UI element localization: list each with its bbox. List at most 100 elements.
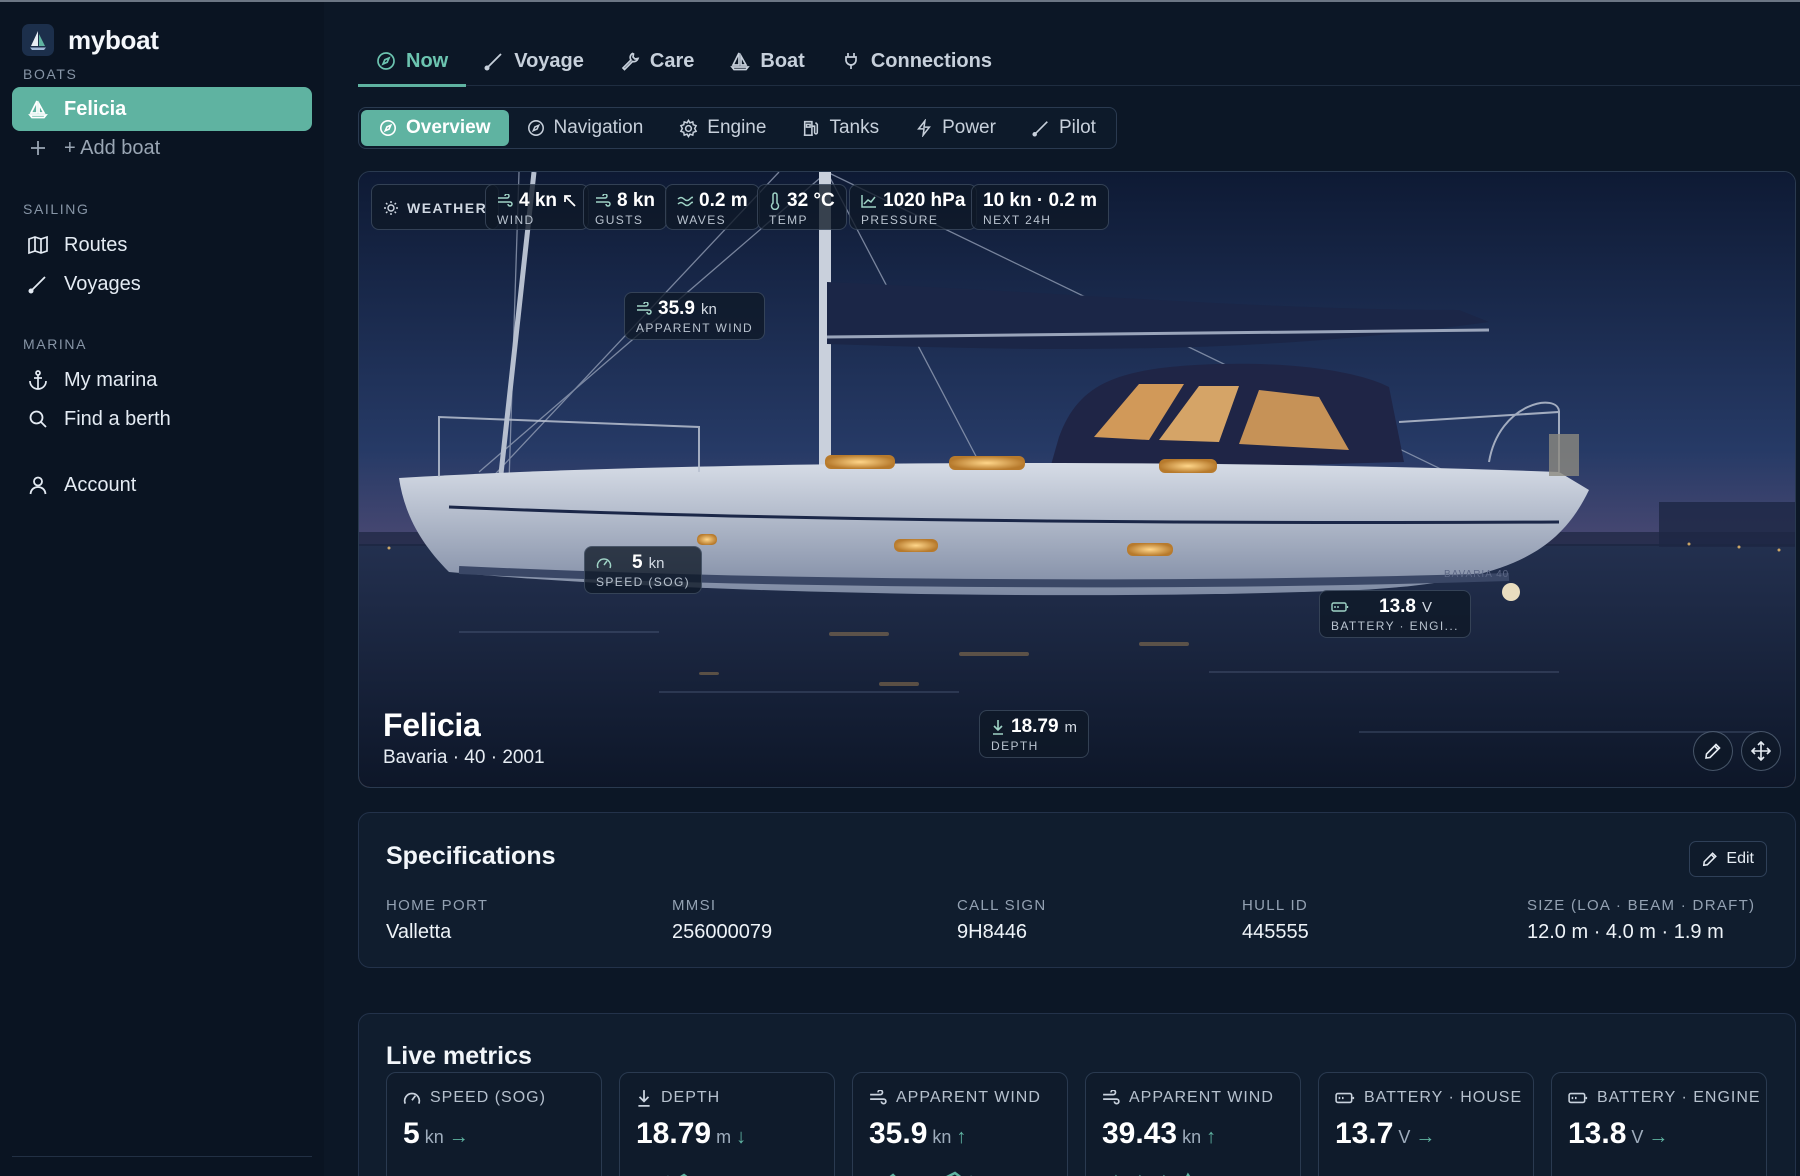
metric-speed[interactable]: SPEED (SOG) 5 kn → (386, 1072, 602, 1176)
depth-value: 18.79 (1011, 716, 1059, 737)
tab-voyage[interactable]: Voyage (466, 36, 602, 86)
subtab-label: Engine (707, 117, 767, 138)
subtab-label: Power (942, 117, 996, 138)
tab-boat[interactable]: Boat (712, 36, 822, 86)
tab-label: Care (649, 49, 695, 72)
trend-icon: ↓ (736, 1126, 747, 1148)
sidebar-item-routes[interactable]: Routes (12, 223, 312, 267)
boat-photo: BAVARIA 40 (359, 172, 1795, 787)
subtab-overview[interactable]: Overview (361, 110, 509, 146)
subtab-label: Navigation (553, 117, 644, 138)
chart-line-icon (861, 195, 876, 208)
spec-mmsi: MMSI 256000079 (672, 897, 772, 944)
gauge-icon (403, 1092, 421, 1104)
metric-battery-engine[interactable]: BATTERY · ENGINE 13.8 V → (1551, 1072, 1767, 1176)
section-label-marina: MARINA (23, 336, 88, 352)
plus-icon (26, 136, 50, 160)
compass-icon (377, 52, 395, 70)
tab-now[interactable]: Now (358, 36, 467, 87)
wind-chip[interactable]: 4 kn WIND (485, 184, 590, 230)
section-label-sailing: SAILING (23, 201, 90, 217)
subtab-power[interactable]: Power (897, 110, 1014, 146)
wind-icon (637, 302, 652, 315)
depth-overlay[interactable]: 18.79 m DEPTH (979, 710, 1090, 758)
move-overlays-button[interactable] (1741, 731, 1781, 771)
speed-overlay[interactable]: 5 kn SPEED (SOG) (584, 546, 703, 594)
subtab-navigation[interactable]: Navigation (509, 110, 662, 146)
hero-boat-subtitle: Bavaria · 40 · 2001 (383, 747, 545, 768)
battery-label: BATTERY · ENGI... (1331, 619, 1459, 633)
metric-unit: V (1631, 1127, 1644, 1147)
spec-value: Valletta (386, 921, 452, 943)
metric-label: APPARENT WIND (1129, 1089, 1274, 1106)
pressure-value: 1020 hPa (883, 190, 966, 211)
weather-chip[interactable]: WEATHER (371, 184, 500, 230)
waves-chip[interactable]: 0.2 m WAVES (665, 184, 760, 230)
depth-label: DEPTH (991, 739, 1039, 753)
forecast-label: NEXT 24H (983, 213, 1052, 227)
gauge-icon (596, 558, 612, 569)
sidebar-item-find-a-berth[interactable]: Find a berth (12, 397, 312, 441)
edit-label: Edit (1726, 850, 1754, 867)
metric-label: SPEED (SOG) (430, 1089, 546, 1106)
move-icon (1751, 741, 1771, 761)
temp-chip[interactable]: 32 °C TEMP (757, 184, 847, 230)
spec-call-sign: CALL SIGN 9H8446 (957, 897, 1047, 944)
sidebar-item-felicia[interactable]: Felicia (12, 87, 312, 131)
metric-depth[interactable]: DEPTH 18.79 m ↓ (619, 1072, 835, 1176)
spec-hull-id: HULL ID 445555 (1242, 897, 1309, 944)
battery-overlay[interactable]: 13.8 V BATTERY · ENGI... (1319, 590, 1471, 638)
edit-photo-button[interactable] (1693, 731, 1733, 771)
metric-apparent-wind[interactable]: APPARENT WIND 35.9 kn ↑ (852, 1072, 1068, 1176)
sun-icon (384, 200, 398, 215)
sidebar-item-label: Voyages (64, 272, 141, 295)
subtab-label: Pilot (1058, 117, 1096, 138)
sidebar-item-my-marina[interactable]: My marina (12, 358, 312, 402)
sailboat-logo-icon (22, 24, 54, 56)
tab-care[interactable]: Care (602, 36, 712, 86)
sidebar-item-label: Routes (64, 233, 128, 256)
weather-label: WEATHER (407, 199, 488, 216)
sidebar-item-voyages[interactable]: Voyages (12, 262, 312, 306)
subtab-pilot[interactable]: Pilot (1014, 110, 1114, 146)
add-boat-button[interactable]: + Add boat (12, 126, 312, 170)
metric-apparent-wind-2[interactable]: APPARENT WIND 39.43 kn ↑ (1085, 1072, 1301, 1176)
subtab-tanks[interactable]: Tanks (784, 110, 897, 146)
wind-icon (870, 1090, 887, 1105)
apparent-wind-overlay[interactable]: 35.9 kn APPARENT WIND (624, 292, 766, 340)
plug-icon (844, 53, 857, 69)
pressure-chip[interactable]: 1020 hPa PRESSURE (849, 184, 978, 230)
forecast-chip[interactable]: 10 kn · 0.2 m NEXT 24H (971, 184, 1110, 230)
wind-label: WIND (497, 213, 535, 227)
tab-label: Connections (870, 49, 992, 72)
metric-unit: kn (424, 1127, 444, 1147)
live-metrics-title: Live metrics (386, 1042, 532, 1070)
sidebar-item-account[interactable]: Account (12, 463, 312, 507)
metric-unit: m (716, 1127, 732, 1147)
metric-unit: V (1398, 1127, 1411, 1147)
metric-label: DEPTH (661, 1089, 721, 1106)
lightning-icon (917, 119, 932, 137)
compass-icon (379, 119, 397, 137)
gusts-label: GUSTS (595, 213, 644, 227)
sidebar: myboat BOATS Felicia + Add boat SAILING … (0, 2, 324, 1176)
apparent-wind-unit: kn (700, 300, 717, 318)
subtab-engine[interactable]: Engine (661, 110, 784, 146)
route-line-icon (484, 53, 502, 71)
gusts-chip[interactable]: 8 kn GUSTS (583, 184, 668, 230)
battery-value: 13.8 (1379, 596, 1416, 617)
app-logo[interactable]: myboat (22, 24, 159, 56)
metric-battery-house[interactable]: BATTERY · HOUSE 13.7 V → (1318, 1072, 1534, 1176)
edit-specs-button[interactable]: Edit (1689, 841, 1767, 877)
apparent-wind-sparkline (889, 1171, 972, 1176)
arrow-down-icon (993, 720, 1003, 735)
fuel-pump-icon (804, 120, 819, 136)
tab-connections[interactable]: Connections (823, 36, 1010, 86)
speed-unit: kn (648, 554, 665, 572)
temp-value: 32 °C (787, 190, 835, 211)
apparent-wind-value: 35.9 (658, 298, 695, 319)
sidebar-item-label: Find a berth (64, 407, 171, 430)
apparent-wind-2-sparkline (1115, 1172, 1191, 1176)
main-tabs: Now Voyage Care Boat Connections (358, 36, 1800, 87)
metric-value: 18.79 (636, 1117, 712, 1150)
